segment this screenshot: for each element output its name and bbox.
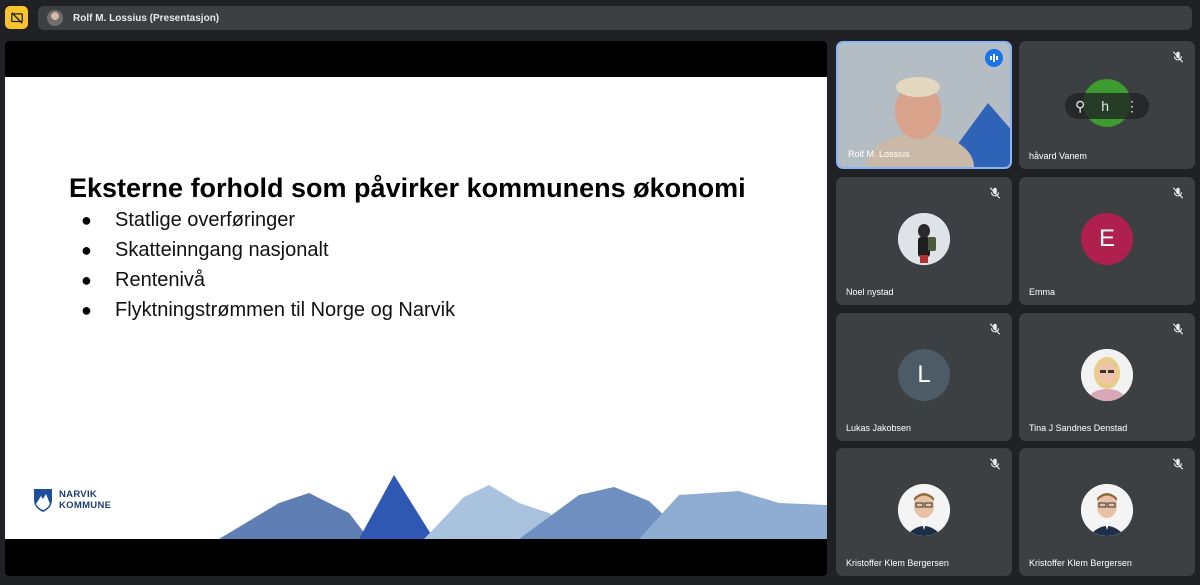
bullet-text: Skatteinngang nasjonalt xyxy=(115,238,329,261)
presenter-chip[interactable]: Rolf M. Lossius (Presentasjon) xyxy=(38,6,1192,30)
participant-name: Noel nystad xyxy=(846,287,894,297)
participant-name: håvard Vanem xyxy=(1029,151,1087,161)
participant-avatar: L xyxy=(898,349,950,401)
logo-text: NARVIK KOMMUNE xyxy=(59,489,111,511)
participant-name: Kristoffer Klem Bergersen xyxy=(1029,558,1132,568)
participant-tile-emma[interactable]: E Emma xyxy=(1019,177,1195,305)
participant-tile-tina[interactable]: Tina J Sandnes Denstad xyxy=(1019,313,1195,441)
bullet-text: Flyktningstrømmen til Norge og Narvik xyxy=(115,298,456,321)
participant-tile-lukas[interactable]: L Lukas Jakobsen xyxy=(836,313,1012,441)
present-off-icon xyxy=(10,11,23,24)
bullet-dot: ● xyxy=(81,269,92,290)
mic-off-icon xyxy=(989,187,1001,199)
participant-name: Rolf M. Lossius xyxy=(848,149,910,159)
slide-bullet: ● Flyktningstrømmen til Norge og Narvik xyxy=(81,295,455,325)
mic-off-icon xyxy=(989,323,1001,335)
slide-bullet: ● Rentenivå xyxy=(81,265,455,295)
bullet-text: Rentenivå xyxy=(115,268,206,291)
presentation-stage[interactable]: Eksterne forhold som påvirker kommunens … xyxy=(5,41,827,576)
logo-line: NARVIK xyxy=(59,489,98,500)
stop-presenting-button[interactable] xyxy=(5,6,28,29)
narvik-kommune-logo: NARVIK KOMMUNE xyxy=(33,487,111,513)
bullet-dot: ● xyxy=(81,299,92,320)
pin-icon[interactable]: ⚲ xyxy=(1075,98,1085,115)
mic-off-icon xyxy=(1172,323,1184,335)
tile-hover-controls: ⚲ h ⋮ xyxy=(1065,93,1149,119)
slide-bullet: ● Statlige overføringer xyxy=(81,205,455,235)
participant-avatar: E xyxy=(1081,213,1133,265)
participant-name: Kristoffer Klem Bergersen xyxy=(846,558,949,568)
slide-bullet: ● Skatteinngang nasjonalt xyxy=(81,235,455,265)
bullet-dot: ● xyxy=(81,209,92,230)
participant-initial: E xyxy=(1098,225,1115,252)
mic-off-icon xyxy=(989,458,1001,470)
presenter-label: Rolf M. Lossius (Presentasjon) xyxy=(73,12,220,24)
bullet-text: Statlige overføringer xyxy=(115,208,296,231)
participant-avatar xyxy=(898,484,950,536)
participant-name: Lukas Jakobsen xyxy=(846,423,912,433)
participant-tile-kristoffer-1[interactable]: Kristoffer Klem Bergersen xyxy=(836,448,1012,576)
participant-tile-noel[interactable]: Noel nystad xyxy=(836,177,1012,305)
coat-of-arms-icon xyxy=(34,489,52,512)
slide-bullet-list: ● Statlige overføringer ● Skatteinngang na… xyxy=(81,205,455,325)
participant-initial: h xyxy=(1101,98,1110,114)
mic-off-icon xyxy=(1172,187,1184,199)
audio-wave-icon xyxy=(985,49,1003,67)
participant-name: Tina J Sandnes Denstad xyxy=(1029,423,1128,433)
participant-avatar xyxy=(1081,484,1133,536)
participant-tile-kristoffer-2[interactable]: Kristoffer Klem Bergersen xyxy=(1019,448,1195,576)
participant-avatar xyxy=(1081,349,1133,401)
participant-name: Emma xyxy=(1029,287,1056,297)
logo-line: KOMMUNE xyxy=(59,500,112,511)
participant-tile-rolf[interactable]: Rolf M. Lossius xyxy=(836,41,1012,169)
more-vert-icon[interactable]: ⋮ xyxy=(1125,98,1139,115)
participant-avatar xyxy=(898,213,950,265)
presenter-avatar xyxy=(47,10,63,26)
bullet-dot: ● xyxy=(81,239,92,260)
slide-title: Eksterne forhold som påvirker kommunens … xyxy=(69,173,746,203)
mountain-illustration xyxy=(219,475,827,539)
mic-off-icon xyxy=(1172,458,1184,470)
presentation-slide: Eksterne forhold som påvirker kommunens … xyxy=(5,77,827,539)
participant-initial: L xyxy=(917,361,931,388)
mic-off-icon xyxy=(1172,51,1184,63)
top-bar: Rolf M. Lossius (Presentasjon) xyxy=(0,0,1200,36)
participant-tile-havard[interactable]: ⚲ h ⋮ håvard Vanem xyxy=(1019,41,1195,169)
